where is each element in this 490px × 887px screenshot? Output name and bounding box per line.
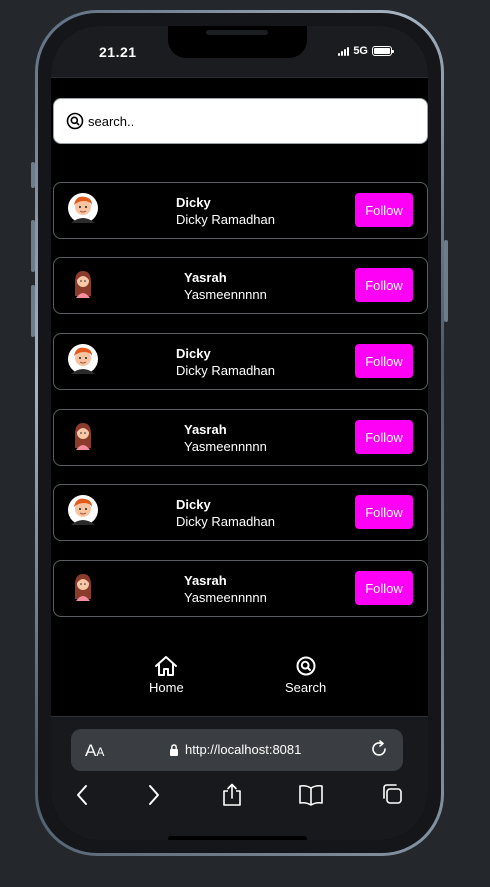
user-handle: Dicky Ramadhan: [176, 514, 275, 529]
tab-search-label: Search: [285, 680, 327, 695]
browser-toolbar: AA http://localhost:8081: [51, 716, 428, 840]
lock-icon: [170, 743, 178, 756]
url-text: http://localhost:8081: [185, 742, 302, 757]
follow-button[interactable]: Follow: [355, 420, 413, 454]
status-time: 21.21: [99, 44, 137, 60]
speaker: [206, 30, 268, 35]
power-button: [444, 240, 448, 322]
female-avatar-icon: [75, 271, 91, 298]
signal-icon: [338, 46, 350, 56]
user-text: Yasrah Yasmeennnnn: [184, 572, 267, 606]
notch: [168, 26, 307, 58]
back-icon[interactable]: [75, 783, 89, 807]
user-handle: Dicky Ramadhan: [176, 212, 275, 227]
user-name: Dicky: [176, 346, 211, 361]
status-indicators: 5G: [338, 45, 394, 57]
url-display: http://localhost:8081: [169, 742, 301, 757]
user-text: Yasrah Yasmeennnnn: [184, 421, 267, 455]
tab-search[interactable]: Search: [285, 655, 326, 695]
network-label: 5G: [353, 45, 368, 57]
user-name: Yasrah: [184, 422, 227, 437]
user-text: Dicky Dicky Ramadhan: [176, 496, 275, 530]
male-avatar-icon: [68, 344, 98, 374]
battery-icon: [372, 46, 394, 56]
address-bar[interactable]: AA http://localhost:8081: [71, 729, 403, 771]
follow-button[interactable]: Follow: [355, 571, 413, 605]
user-handle: Dicky Ramadhan: [176, 363, 275, 378]
bottom-tab-bar: Home Search: [51, 638, 428, 718]
bookmarks-icon[interactable]: [298, 783, 324, 807]
tab-home[interactable]: Home: [149, 655, 184, 695]
share-icon[interactable]: [222, 783, 242, 807]
text-size-button[interactable]: AA: [85, 741, 104, 761]
phone-screen: 21.21 5G search.. Dicky Dicky Ramadhan F…: [51, 26, 428, 840]
user-card: Dicky Dicky Ramadhan Follow: [53, 333, 428, 390]
user-handle: Yasmeennnnn: [184, 287, 267, 302]
follow-button[interactable]: Follow: [355, 193, 413, 227]
user-card: Dicky Dicky Ramadhan Follow: [53, 182, 428, 239]
forward-icon[interactable]: [147, 783, 161, 807]
home-icon: [155, 656, 178, 676]
male-avatar-icon: [68, 495, 98, 525]
user-text: Dicky Dicky Ramadhan: [176, 194, 275, 228]
phone-bezel: 21.21 5G search.. Dicky Dicky Ramadhan F…: [38, 13, 441, 853]
search-icon: [296, 656, 316, 676]
follow-button[interactable]: Follow: [355, 344, 413, 378]
user-card: Yasrah Yasmeennnnn Follow: [53, 257, 428, 314]
status-bar: 21.21 5G: [51, 26, 428, 78]
tabs-icon[interactable]: [381, 783, 403, 805]
home-indicator: [168, 836, 307, 840]
user-card: Yasrah Yasmeennnnn Follow: [53, 560, 428, 617]
tab-home-label: Home: [149, 680, 184, 695]
browser-nav: [51, 783, 428, 813]
female-avatar-icon: [75, 423, 91, 450]
user-handle: Yasmeennnnn: [184, 439, 267, 454]
reload-icon[interactable]: [369, 739, 389, 759]
phone-frame: 21.21 5G search.. Dicky Dicky Ramadhan F…: [35, 10, 444, 856]
user-card: Dicky Dicky Ramadhan Follow: [53, 484, 428, 541]
user-name: Yasrah: [184, 573, 227, 588]
user-name: Yasrah: [184, 270, 227, 285]
follow-button[interactable]: Follow: [355, 495, 413, 529]
male-avatar-icon: [68, 193, 98, 223]
search-bar[interactable]: [53, 98, 428, 144]
user-text: Dicky Dicky Ramadhan: [176, 345, 275, 379]
search-icon: [66, 112, 84, 130]
user-name: Dicky: [176, 195, 211, 210]
search-input[interactable]: [88, 113, 388, 129]
user-text: Yasrah Yasmeennnnn: [184, 269, 267, 303]
user-card: Yasrah Yasmeennnnn Follow: [53, 409, 428, 466]
female-avatar-icon: [75, 574, 91, 601]
follow-button[interactable]: Follow: [355, 268, 413, 302]
user-handle: Yasmeennnnn: [184, 590, 267, 605]
user-name: Dicky: [176, 497, 211, 512]
